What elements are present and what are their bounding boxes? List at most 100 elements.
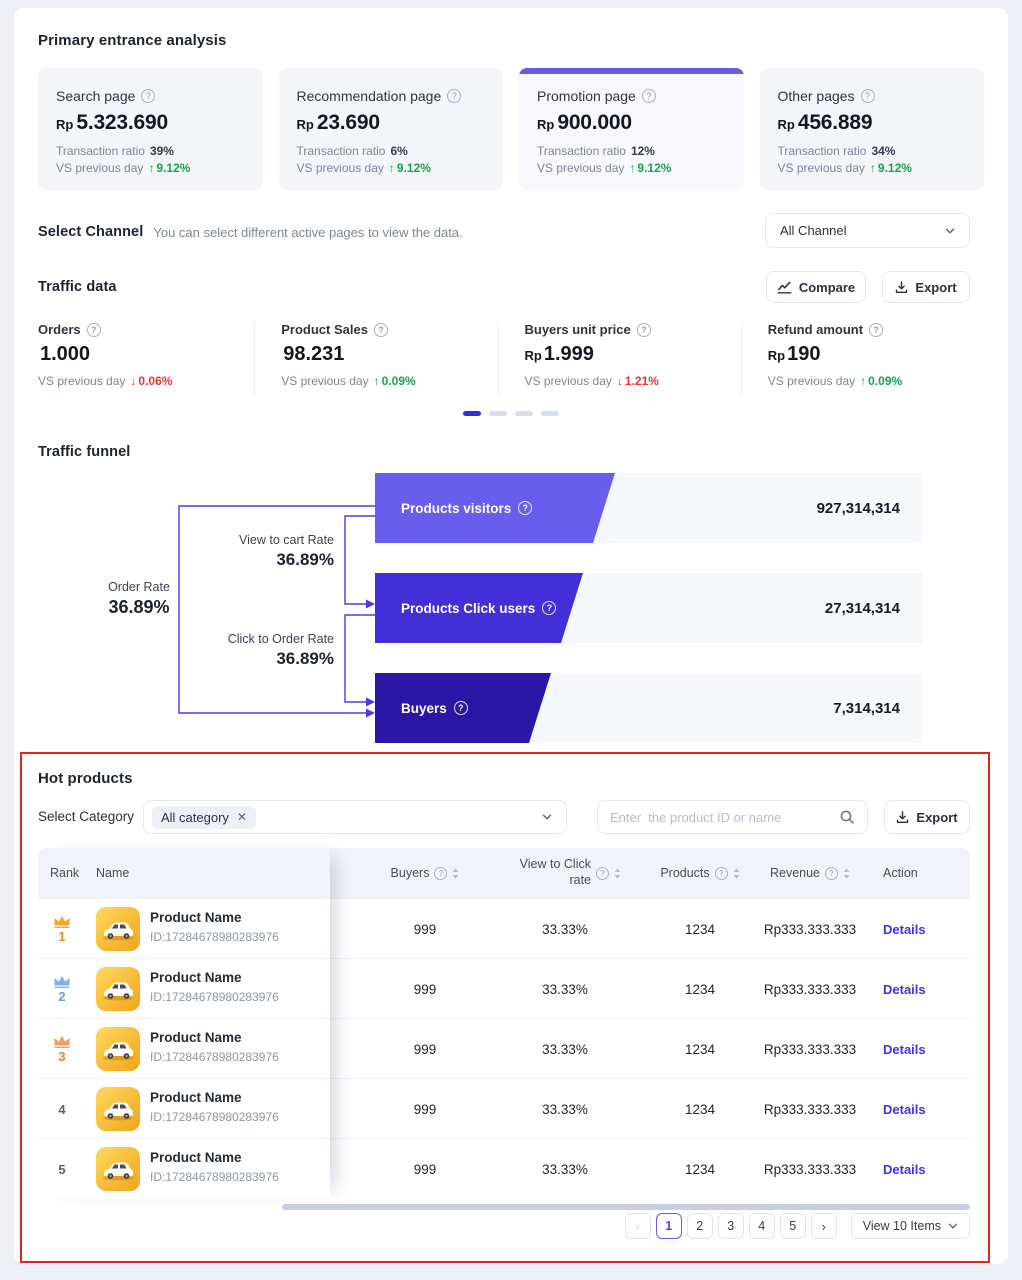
funnel-stage-buyers: Buyers (375, 673, 551, 743)
metric-value: 98.231 (283, 343, 344, 365)
carousel-dot[interactable] (489, 411, 507, 416)
currency: Rp (768, 348, 785, 363)
hot-products-export-button[interactable]: Export (884, 800, 970, 834)
vs-label: VS previous day (56, 161, 143, 175)
vs-label: VS previous day (537, 161, 624, 175)
traffic-funnel-title: Traffic funnel (38, 444, 130, 460)
help-icon[interactable] (87, 323, 101, 337)
fixed-columns-header: Rank Name (38, 848, 330, 898)
buyers-value: 999 (350, 1079, 500, 1139)
help-icon[interactable] (596, 867, 609, 880)
rank-number: 4 (58, 1102, 65, 1117)
funnel-stage-label: Products Click users (401, 601, 535, 616)
buyers-value: 999 (350, 1019, 500, 1079)
help-icon[interactable] (542, 601, 556, 615)
details-link[interactable]: Details (883, 1102, 926, 1117)
sort-icon[interactable] (614, 868, 621, 879)
carousel-dot[interactable] (541, 411, 559, 416)
channel-select-value: All Channel (780, 223, 847, 238)
rank-number: 1 (58, 929, 65, 944)
vs-label: VS previous day (768, 374, 855, 388)
order-rate-label: Order Rate (83, 580, 195, 594)
search-icon[interactable] (839, 809, 855, 825)
page-size-select[interactable]: View 10 Items (851, 1213, 970, 1239)
help-icon[interactable] (637, 323, 651, 337)
next-page-button[interactable] (811, 1213, 837, 1239)
ratio-label: Transaction ratio (297, 144, 386, 158)
help-icon[interactable] (518, 501, 532, 515)
help-icon[interactable] (374, 323, 388, 337)
ratio-value: 39% (150, 144, 174, 158)
page-button-3[interactable]: 3 (718, 1213, 744, 1239)
product-id: ID:17284678980283976 (150, 1110, 279, 1124)
delta-value: 0.06% (138, 374, 172, 388)
view-to-click-value: 33.33% (490, 959, 640, 1019)
carousel-dot-active[interactable] (463, 411, 481, 416)
order-rate-annotation: Order Rate 36.89% (83, 580, 195, 618)
product-id: ID:17284678980283976 (150, 1170, 279, 1184)
page-button-2[interactable]: 2 (687, 1213, 713, 1239)
select-channel-label: Select Channel (38, 224, 143, 240)
sort-icon[interactable] (843, 868, 850, 879)
delta-value: 9.12% (878, 161, 912, 175)
revenue-value: Rp333.333.333 (735, 959, 885, 1019)
product-name: Product Name (150, 1150, 242, 1165)
help-icon[interactable] (825, 867, 838, 880)
carousel-dot[interactable] (515, 411, 533, 416)
help-icon[interactable] (141, 89, 155, 103)
click-to-order-value: 36.89% (188, 649, 334, 669)
details-link[interactable]: Details (883, 1042, 926, 1057)
metric-product-sales: Product Sales 98.231 VS previous day0.09… (255, 322, 498, 396)
details-link[interactable]: Details (883, 1162, 926, 1177)
entrance-card-recommendation-page[interactable]: Recommendation page Rp23.690 Transaction… (279, 68, 504, 190)
revenue-value: Rp333.333.333 (735, 899, 885, 959)
view-to-click-value: 33.33% (490, 1079, 640, 1139)
vs-label: VS previous day (297, 161, 384, 175)
down-arrow-icon (617, 374, 623, 388)
chip-close-icon[interactable]: ✕ (237, 811, 247, 823)
details-link[interactable]: Details (883, 922, 926, 937)
card-label: Other pages (778, 88, 855, 104)
column-header-products: Products (660, 866, 709, 880)
metric-buyers-unit-price: Buyers unit price Rp1.999 VS previous da… (499, 322, 742, 396)
category-chip-label: All category (161, 810, 229, 825)
category-chip: All category ✕ (152, 806, 256, 829)
help-icon[interactable] (447, 89, 461, 103)
delta-value: 0.09% (382, 374, 416, 388)
page-button-4[interactable]: 4 (749, 1213, 775, 1239)
category-select[interactable]: All category ✕ (143, 800, 567, 834)
product-id: ID:17284678980283976 (150, 930, 279, 944)
select-category-label: Select Category (38, 809, 134, 824)
details-link[interactable]: Details (883, 982, 926, 997)
view-to-cart-value: 36.89% (188, 550, 334, 570)
selected-card-accent-bar (519, 68, 744, 74)
help-icon[interactable] (454, 701, 468, 715)
column-header-action: Action (883, 866, 918, 880)
prev-page-button[interactable] (625, 1213, 651, 1239)
entrance-card-promotion-page[interactable]: Promotion page Rp900.000 Transaction rat… (519, 68, 744, 190)
traffic-data-title: Traffic data (38, 279, 117, 295)
sort-icon[interactable] (452, 868, 459, 879)
page-size-label: View 10 Items (863, 1219, 941, 1233)
help-icon[interactable] (869, 323, 883, 337)
product-search-input[interactable] (610, 810, 839, 825)
page-button-5[interactable]: 5 (780, 1213, 806, 1239)
help-icon[interactable] (434, 867, 447, 880)
entrance-card-search-page[interactable]: Search page Rp5.323.690 Transaction rati… (38, 68, 263, 190)
select-channel-description: You can select different active pages to… (153, 225, 462, 240)
entrance-cards: Search page Rp5.323.690 Transaction rati… (38, 68, 984, 190)
help-icon[interactable] (715, 867, 728, 880)
entrance-card-other-pages[interactable]: Other pages Rp456.889 Transaction ratio3… (760, 68, 985, 190)
product-image (96, 1147, 140, 1191)
funnel-stage-value: 927,314,314 (817, 473, 900, 543)
traffic-export-button[interactable]: Export (882, 271, 970, 303)
table-row-fixed: 2 Product Name ID:17284678980283976 (38, 958, 330, 1018)
help-icon[interactable] (642, 89, 656, 103)
compare-button[interactable]: Compare (766, 271, 866, 303)
channel-select[interactable]: All Channel (765, 213, 970, 248)
horizontal-scrollbar[interactable] (282, 1204, 970, 1210)
traffic-funnel-chart: Products visitors 927,314,314 Products C… (38, 473, 922, 745)
help-icon[interactable] (861, 89, 875, 103)
metric-value: 190 (787, 343, 820, 365)
page-button-1[interactable]: 1 (656, 1213, 682, 1239)
